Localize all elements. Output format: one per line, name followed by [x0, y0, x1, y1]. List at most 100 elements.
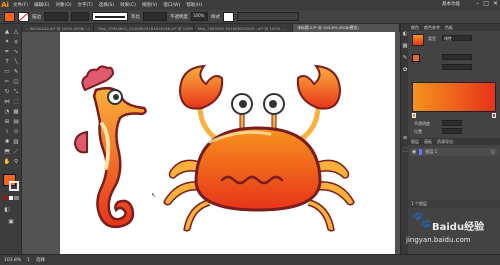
- tab-artboards[interactable]: 画板: [424, 139, 432, 145]
- artboard-number[interactable]: 1: [27, 258, 30, 263]
- opacity-label: 不透明度: [170, 14, 188, 20]
- doc-tab-active[interactable]: 未标题-23* @ 103.8% (RGB/预览): [293, 24, 400, 32]
- align-controls[interactable]: [237, 12, 299, 21]
- maximize-icon[interactable]: □: [483, 0, 489, 7]
- menu-object[interactable]: 对象(O): [52, 2, 74, 8]
- gradient-stop-right[interactable]: [492, 113, 496, 118]
- brush-dropdown[interactable]: [143, 12, 167, 21]
- uniform-label: 等比: [131, 14, 140, 20]
- eyedropper-tool-icon[interactable]: ⌇: [3, 128, 11, 136]
- zoom-level[interactable]: 103.8%: [4, 258, 21, 263]
- draw-mode-icon[interactable]: ◧: [3, 206, 11, 214]
- crab-illustration: [163, 64, 355, 232]
- column-graph-tool-icon[interactable]: ▥: [12, 138, 20, 146]
- menu-select[interactable]: 选择(S): [96, 2, 117, 8]
- window-controls: – □ ✕: [476, 0, 498, 7]
- perspective-grid-tool-icon[interactable]: ▦: [12, 108, 20, 116]
- artwork: [73, 64, 355, 232]
- blend-tool-icon[interactable]: ⊙: [12, 128, 20, 136]
- artboard-tool-icon[interactable]: ⬒: [3, 148, 11, 156]
- direct-selection-tool-icon[interactable]: △: [12, 28, 20, 36]
- app-logo: Ai: [0, 0, 10, 10]
- color-panel-tabs: 颜色 颜色参考 色板: [408, 24, 500, 31]
- seahorse-illustration: [73, 65, 147, 229]
- tab-asset-export[interactable]: 资源导出: [437, 139, 453, 145]
- graphic-style-swatch[interactable]: [223, 11, 234, 22]
- menu-file[interactable]: 文件(F): [10, 2, 31, 8]
- gradient-angle-field[interactable]: [442, 54, 472, 60]
- menu-effect[interactable]: 效果(C): [117, 2, 139, 8]
- menu-view[interactable]: 视图(V): [139, 2, 161, 8]
- layer-count: 1 个图层: [411, 201, 427, 206]
- zoom-tool-icon[interactable]: ⚲: [12, 158, 20, 166]
- position-label: 位置: [414, 129, 422, 134]
- layer-target-icon[interactable]: ○: [491, 149, 495, 155]
- line-tool-icon[interactable]: ╲: [12, 58, 20, 66]
- paw-icon: 🐾: [412, 210, 432, 229]
- layer-name[interactable]: 图层 1: [425, 149, 437, 155]
- close-icon[interactable]: ✕: [493, 0, 498, 7]
- menu-edit[interactable]: 编辑(E): [31, 2, 52, 8]
- gradient-tool-icon[interactable]: ▤: [12, 118, 20, 126]
- opacity-field[interactable]: [442, 120, 462, 126]
- document-tabs: ...9d01b142.ai* @ 100% (RGB/...) Mos_709…: [22, 24, 400, 32]
- rectangle-tool-icon[interactable]: ▭: [3, 68, 11, 76]
- free-transform-tool-icon[interactable]: ⬚: [12, 98, 20, 106]
- magic-wand-tool-icon[interactable]: ✦: [3, 38, 11, 46]
- style-label: 样式: [211, 14, 220, 20]
- symbol-sprayer-tool-icon[interactable]: ✺: [3, 138, 11, 146]
- width-tool-icon[interactable]: ⋈: [3, 98, 11, 106]
- artboard[interactable]: ↖: [60, 32, 395, 254]
- tab-layers[interactable]: 图层: [411, 139, 419, 145]
- hand-tool-icon[interactable]: ✋: [3, 158, 11, 166]
- stroke-color-widget[interactable]: [9, 181, 19, 191]
- color-mode-buttons[interactable]: [3, 196, 20, 200]
- gradient-type-dropdown[interactable]: 线性: [442, 35, 472, 41]
- slice-tool-icon[interactable]: ⟋: [12, 148, 20, 156]
- workspace-switcher[interactable]: 基本功能: [442, 1, 460, 7]
- gradient-stop-left[interactable]: [412, 113, 416, 118]
- mesh-tool-icon[interactable]: ⊞: [3, 118, 11, 126]
- gradient-slider[interactable]: [412, 82, 496, 112]
- doc-tab-3[interactable]: Mos_7063491 201608251003...ai* @ 100% ..…: [194, 24, 294, 32]
- tab-color[interactable]: 颜色: [411, 25, 419, 31]
- stroke-weight-field[interactable]: [44, 12, 68, 21]
- control-bar: 描边 等比 不透明度 100% 样式: [0, 10, 500, 24]
- menu-type[interactable]: 文字(T): [75, 2, 96, 8]
- layer-row[interactable]: ◉ 图层 1 ○: [410, 148, 498, 156]
- gradient-thumbnail[interactable]: [412, 34, 424, 46]
- opacity-label: 不透明度: [414, 121, 430, 126]
- gradient-aspect-field[interactable]: [442, 64, 472, 70]
- stroke-swatch[interactable]: [18, 11, 29, 22]
- paintbrush-tool-icon[interactable]: ✎: [12, 68, 20, 76]
- variable-width-field[interactable]: [71, 12, 89, 21]
- tab-color-guide[interactable]: 颜色参考: [424, 25, 440, 31]
- doc-tab-1[interactable]: ...9d01b142.ai* @ 100% (RGB/...): [22, 24, 95, 32]
- selection-tool-icon[interactable]: ▲: [3, 28, 11, 36]
- eraser-tool-icon[interactable]: ◫: [12, 78, 20, 86]
- baidu-jingyan-watermark: 🐾 Baidu经验 jingyan.baidu.com: [402, 210, 492, 255]
- doc-tab-2[interactable]: Mos_70934621_20160825161616146.ai* @ 100…: [94, 24, 194, 32]
- tab-swatches[interactable]: 色板: [445, 25, 453, 31]
- position-field[interactable]: [442, 128, 462, 134]
- visibility-eye-icon[interactable]: ◉: [412, 149, 416, 155]
- fill-swatch[interactable]: [4, 11, 15, 22]
- fill-stroke-mini-icon[interactable]: [412, 54, 420, 62]
- type-tool-icon[interactable]: T: [3, 58, 11, 66]
- menu-help[interactable]: 帮助(H): [183, 2, 205, 8]
- pencil-tool-icon[interactable]: ✏: [3, 78, 11, 86]
- brush-definition[interactable]: [92, 12, 128, 21]
- lasso-tool-icon[interactable]: ϙ: [12, 38, 20, 46]
- curvature-tool-icon[interactable]: ∿: [12, 48, 20, 56]
- menu-window[interactable]: 窗口(W): [160, 2, 183, 8]
- scale-tool-icon[interactable]: ⤡: [12, 88, 20, 96]
- opacity-field[interactable]: 100%: [191, 12, 208, 21]
- screen-mode-icon[interactable]: ▣: [7, 218, 15, 226]
- cursor-icon: ↖: [151, 192, 157, 199]
- stroke-label: 描边: [32, 14, 41, 20]
- minimize-icon[interactable]: –: [476, 0, 479, 7]
- rotate-tool-icon[interactable]: ↻: [3, 88, 11, 96]
- tools-panel: ▲ △ ✦ ϙ ✒ ∿ T ╲ ▭ ✎ ✏ ◫ ↻ ⤡ ⋈ ⬚ ◔ ▦ ⊞ ▤ …: [0, 24, 22, 254]
- pen-tool-icon[interactable]: ✒: [3, 48, 11, 56]
- shape-builder-tool-icon[interactable]: ◔: [3, 108, 11, 116]
